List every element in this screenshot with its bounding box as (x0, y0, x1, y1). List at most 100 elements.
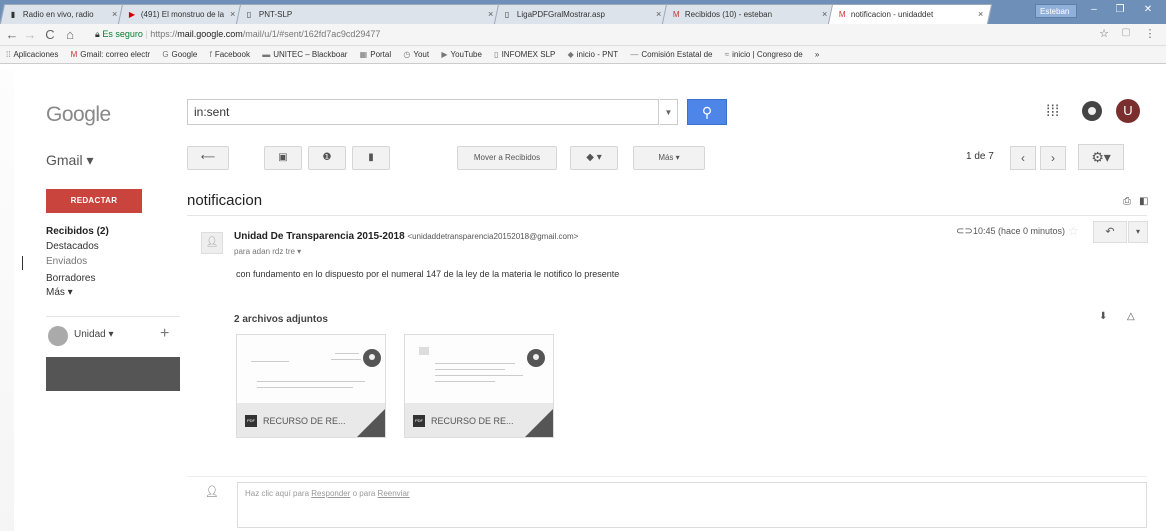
tab-label: LigaPDFGralMostrar.asp (516, 10, 605, 19)
youtube-icon: ▶ (128, 10, 136, 19)
star-icon[interactable]: ☆ (1068, 224, 1079, 238)
older-button[interactable]: › (1040, 146, 1066, 170)
tab-label: notificacion - unidaddet (850, 10, 934, 19)
close-icon[interactable]: × (656, 9, 661, 19)
profile-chip[interactable]: Esteban (1035, 4, 1077, 18)
search-options-icon[interactable]: ▼ (660, 99, 678, 125)
newer-button[interactable]: ‹ (1010, 146, 1036, 170)
search-input[interactable]: in:sent (187, 99, 659, 125)
recipient-details[interactable]: para adan rdz tre ▾ (234, 247, 301, 256)
print-icon[interactable]: ⎙ (1123, 196, 1131, 207)
bookmark-comision[interactable]: — Comisión Estatal de (630, 50, 712, 59)
close-icon[interactable]: × (822, 9, 827, 19)
sidebar-item-inbox[interactable]: Recibidos (2) (46, 226, 109, 237)
bookmark-unitec[interactable]: ▬ UNITEC – Blackboar (262, 50, 347, 59)
google-icon: G (162, 50, 169, 59)
attachment-footer: PDF RECURSO DE RE... (237, 403, 385, 437)
close-icon[interactable]: × (488, 9, 493, 19)
reply-prompt[interactable]: Haz clic aquí para Responder o para Reen… (237, 482, 1147, 528)
bookmark-yout[interactable]: ◷ Yout (403, 50, 429, 59)
back-icon[interactable]: ← (4, 27, 20, 42)
drive-icon[interactable] (527, 349, 545, 367)
arrow-back-icon: ⟵ (200, 152, 216, 163)
notifications-icon[interactable] (1082, 101, 1102, 121)
chevron-right-icon: › (1051, 151, 1055, 165)
close-icon[interactable]: × (112, 9, 117, 19)
forward-icon[interactable]: → (22, 27, 38, 42)
close-window-button[interactable]: ✕ (1136, 3, 1160, 17)
hangouts-user[interactable]: Unidad ▾ (74, 329, 114, 340)
move-to-inbox-button[interactable]: Mover a Recibidos (457, 146, 557, 170)
labels-button[interactable]: ◆ ▾ (570, 146, 618, 170)
gmail-icon: M (672, 10, 680, 19)
search-icon: ⚲ (701, 104, 713, 120)
message-more-button[interactable]: ▾ (1128, 221, 1148, 243)
page-icon: ▯ (494, 50, 499, 59)
apps-grid-icon[interactable]: ⁞⁞⁞ (1046, 103, 1059, 121)
tab-strip: ▮ Radio en vivo, radio × ▶ (491) El mons… (0, 0, 1166, 24)
bookmark-apps[interactable]: ⁞⁞ Aplicaciones (6, 50, 58, 59)
chevron-left-icon: ‹ (1021, 151, 1025, 165)
bookmarks-bar: ⁞⁞ Aplicaciones M Gmail: correo electr G Go… (0, 46, 1166, 64)
maximize-button[interactable]: ❐ (1108, 3, 1132, 17)
bookmark-facebook[interactable]: f Facebook (210, 50, 250, 59)
sender-avatar: 👤︎ (201, 232, 223, 254)
close-icon[interactable]: × (230, 9, 235, 19)
delete-button[interactable]: ▮ (352, 146, 390, 170)
page-icon: ▬ (262, 50, 271, 59)
reload-icon[interactable]: C (42, 27, 58, 42)
new-hangout-button[interactable]: + (160, 325, 169, 343)
attachments-heading: 2 archivos adjuntos (234, 314, 328, 325)
archive-button[interactable]: ▣ (264, 146, 302, 170)
bookmark-youtube[interactable]: ▶ YouTube (441, 50, 482, 59)
attachment-card[interactable]: PDF RECURSO DE RE... (236, 334, 386, 438)
attachment-card[interactable]: PDF RECURSO DE RE... (404, 334, 554, 438)
browser-menu-icon[interactable]: ⋮ (1142, 27, 1158, 40)
search-button[interactable]: ⚲ (687, 99, 727, 125)
more-button[interactable]: Más ▾ (633, 146, 705, 170)
extension-icon[interactable]: ▢ (1118, 27, 1134, 38)
minimize-button[interactable]: – (1082, 3, 1106, 17)
reply-link[interactable]: Responder (311, 489, 350, 498)
close-icon[interactable]: × (978, 9, 983, 19)
bookmarks-overflow[interactable]: » (815, 50, 819, 59)
bookmark-star-icon[interactable]: ☆ (1096, 27, 1112, 40)
reply-prompt-text: Haz clic aquí para (245, 489, 312, 498)
new-window-icon[interactable]: ◧ (1139, 196, 1148, 207)
drive-icon[interactable] (363, 349, 381, 367)
hangouts-avatar[interactable] (48, 326, 68, 346)
settings-button[interactable]: ⚙▾ (1078, 144, 1124, 170)
report-spam-button[interactable]: ❶ (308, 146, 346, 170)
bookmark-portal[interactable]: ▦ Portal (360, 50, 391, 59)
url-field[interactable]: 🔒︎ Es seguro | https://mail.google.com/m… (95, 27, 1105, 43)
page-fold (523, 409, 553, 437)
bookmark-congreso[interactable]: ≈ inicio | Congreso de (725, 50, 803, 59)
sidebar-item-more[interactable]: Más ▾ (46, 287, 73, 298)
tab-ligapdf[interactable]: ▯ LigaPDFGralMostrar.asp × (493, 4, 671, 24)
home-icon[interactable]: ⌂ (62, 27, 78, 42)
tab-radio[interactable]: ▮ Radio en vivo, radio × (0, 4, 127, 24)
message-timestamp: 10:45 (hace 0 minutos) (973, 226, 1066, 236)
back-to-list-button[interactable]: ⟵ (187, 146, 229, 170)
tab-notificacion[interactable]: M notificacion - unidaddet × (827, 4, 993, 24)
gmail-menu[interactable]: Gmail ▾ (46, 152, 93, 169)
sidebar-item-sent[interactable]: Enviados (46, 256, 87, 267)
save-to-drive-icon[interactable]: △ (1127, 311, 1135, 322)
tab-youtube[interactable]: ▶ (491) El monstruo de la × (117, 4, 245, 24)
google-logo[interactable]: Google (46, 103, 111, 127)
gear-icon: ⚙▾ (1091, 149, 1111, 165)
tab-recibidos[interactable]: M Recibidos (10) - esteban × (661, 4, 837, 24)
sidebar-item-starred[interactable]: Destacados (46, 241, 99, 252)
bookmark-google[interactable]: G Google (162, 50, 197, 59)
bookmark-gmail[interactable]: M Gmail: correo electr (71, 50, 150, 59)
reply-button[interactable]: ↶ (1093, 221, 1127, 243)
bookmark-infomex[interactable]: ▯ INFOMEX SLP (494, 50, 555, 59)
download-all-icon[interactable]: ⬇ (1099, 311, 1107, 322)
compose-button[interactable]: REDACTAR (46, 189, 142, 213)
sidebar-item-drafts[interactable]: Borradores (46, 273, 95, 284)
bookmark-pnt[interactable]: ◆ inicio - PNT (568, 50, 619, 59)
tab-pnt[interactable]: ▯ PNT-SLP × (235, 4, 503, 24)
account-avatar[interactable]: U (1116, 99, 1140, 123)
tab-label: PNT-SLP (258, 10, 293, 19)
forward-link[interactable]: Reenviar (378, 489, 410, 498)
